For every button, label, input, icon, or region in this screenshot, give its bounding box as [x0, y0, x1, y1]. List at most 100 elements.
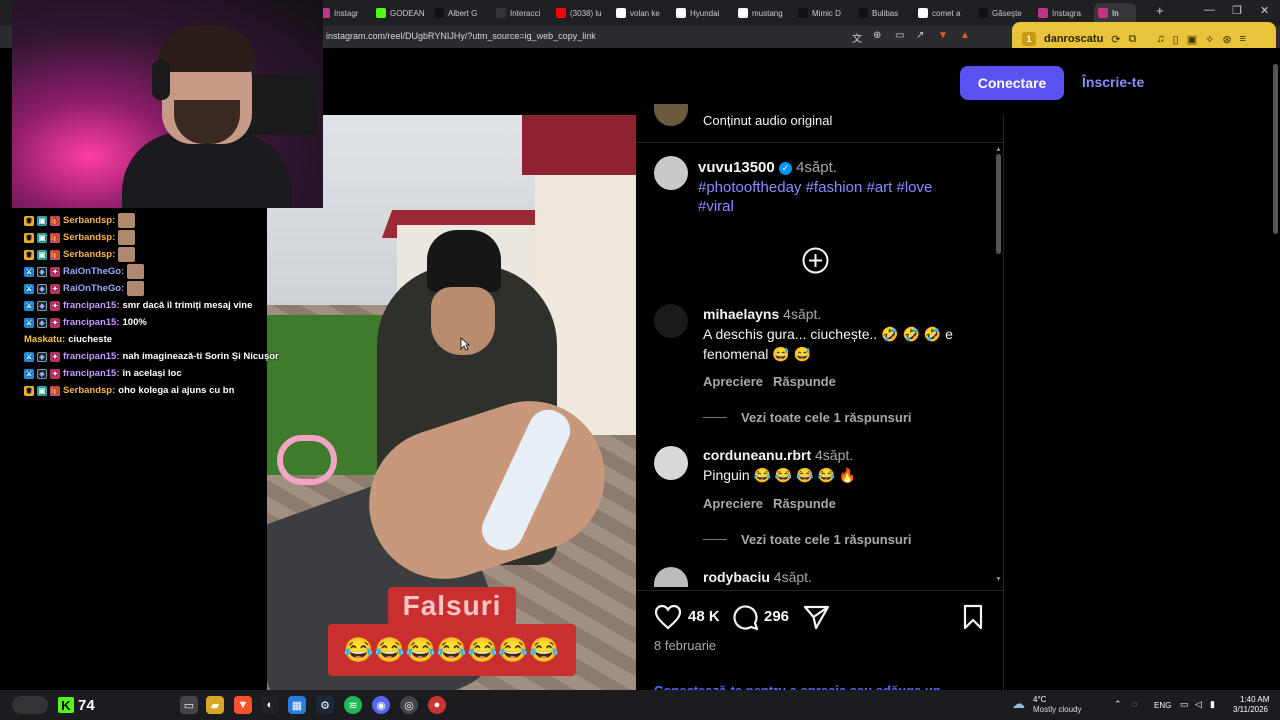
browser-tab[interactable]: In	[1094, 3, 1136, 23]
comment-avatar[interactable]	[654, 446, 688, 480]
browser-tab[interactable]: Hyundai	[672, 3, 730, 23]
chat-username[interactable]: francipan15:	[63, 368, 120, 379]
steam-icon[interactable]: ⚙	[316, 696, 334, 714]
browser-tab[interactable]: Interacci	[492, 3, 548, 23]
spotify-icon[interactable]: ≋	[344, 696, 362, 714]
chat-username[interactable]: Serbandsp:	[63, 249, 115, 260]
vpn-icon[interactable]: ⊛	[1222, 33, 1231, 46]
comment-user[interactable]: rodybaciu	[703, 569, 770, 585]
chat-username[interactable]: francipan15:	[63, 300, 120, 311]
menu-icon[interactable]: ≡	[1240, 33, 1246, 45]
page-scroll-thumb[interactable]	[1273, 64, 1278, 234]
tray-app-icon[interactable]: ◌	[1132, 699, 1137, 709]
file-explorer-icon[interactable]: ▰	[206, 696, 224, 714]
signup-link[interactable]: Înscrie-te	[1082, 74, 1144, 90]
scroll-down-icon[interactable]: ▼	[995, 576, 1002, 583]
close-window-button[interactable]: ✕	[1260, 4, 1269, 17]
browser-tab[interactable]: Bulibas	[854, 3, 910, 23]
brave-rewards-icon[interactable]: ▲	[960, 30, 970, 41]
share-icon[interactable]	[803, 604, 830, 630]
load-more-icon[interactable]	[802, 247, 829, 274]
browser-tab[interactable]: volan ke	[612, 3, 668, 23]
browser-tab[interactable]: Instagr	[316, 3, 368, 23]
url-field[interactable]: instagram.com/reel/DUgbRYNIJHy/?utm_sour…	[326, 31, 596, 41]
view-replies-button[interactable]: Vezi toate cele 1 răspunsuri	[703, 532, 912, 547]
scroll-up-icon[interactable]: ▲	[995, 146, 1002, 153]
post-author-line: vuvu13500 ✓ 4săpt.	[698, 159, 837, 176]
sidebar-icon[interactable]: ▯	[1173, 33, 1179, 46]
post-author[interactable]: vuvu13500	[698, 159, 775, 176]
save-bookmark-icon[interactable]	[962, 604, 984, 630]
browser-tab-label: Hyundai	[690, 8, 720, 18]
store-icon[interactable]: ▦	[288, 696, 306, 714]
brave-browser-icon[interactable]: ▼	[234, 696, 252, 714]
new-tab-button[interactable]: +	[1156, 3, 1164, 18]
translate-icon[interactable]: 文	[852, 30, 862, 45]
browser-tab[interactable]: comet a	[914, 3, 970, 23]
chat-username[interactable]: Serbandsp:	[63, 385, 115, 396]
browser-tab[interactable]: GODEAN	[372, 3, 426, 23]
share-icon[interactable]: ↗	[916, 30, 924, 41]
comment-user[interactable]: corduneanu.rbrt	[703, 447, 811, 463]
post-hashtag-viral[interactable]: #viral	[698, 198, 734, 215]
heart-icon[interactable]	[654, 604, 682, 630]
browser-tab[interactable]: Găseşte	[974, 3, 1030, 23]
chat-username[interactable]: RaiOnTheGo:	[63, 266, 124, 277]
chat-username[interactable]: RaiOnTheGo:	[63, 283, 124, 294]
diamond-favicon-icon	[496, 8, 506, 18]
comment-icon[interactable]	[732, 604, 759, 631]
zoom-icon[interactable]: ⊕	[873, 30, 881, 41]
login-button[interactable]: Conectare	[960, 66, 1064, 100]
chat-username[interactable]: Serbandsp:	[63, 215, 115, 226]
tray-chevron-icon[interactable]: ⌃	[1114, 699, 1122, 710]
reply-comment-button[interactable]: Răspunde	[773, 496, 836, 511]
language-indicator[interactable]: ENG	[1154, 701, 1171, 710]
minimize-button[interactable]: —	[1204, 4, 1215, 16]
chat-username[interactable]: francipan15:	[63, 351, 120, 362]
browser-tab[interactable]: Albert G	[430, 3, 488, 23]
clock-time[interactable]: 1:40 AM	[1240, 695, 1269, 704]
comment-user[interactable]: mihaelayns	[703, 306, 779, 322]
browser-tab[interactable]: (3038) lu	[552, 3, 608, 23]
chat-username[interactable]: francipan15:	[63, 317, 120, 328]
obs-icon[interactable]: ◎	[400, 696, 418, 714]
screenshot-icon[interactable]: ⧉	[1129, 33, 1137, 46]
post-hashtags[interactable]: #photooftheday #fashion #art #love	[698, 179, 932, 196]
author-avatar[interactable]	[654, 156, 688, 190]
page-scrollbar[interactable]	[1272, 50, 1280, 690]
app-icon[interactable]: ◐	[261, 696, 279, 714]
clock-date[interactable]: 3/11/2026	[1233, 705, 1268, 714]
maximize-button[interactable]: ❐	[1232, 4, 1242, 17]
like-comment-button[interactable]: Apreciere	[703, 374, 763, 389]
cast-icon[interactable]: ▭	[895, 30, 904, 41]
music-icon[interactable]: ♫	[1156, 33, 1164, 45]
weather-icon[interactable]: ☁	[1012, 696, 1025, 712]
reply-comment-button[interactable]: Răspunde	[773, 374, 836, 389]
sub-badge-icon: ◈	[37, 283, 47, 294]
audio-label[interactable]: Conținut audio original	[703, 113, 832, 128]
streamer-avatar[interactable]	[12, 696, 48, 714]
volume-icon[interactable]: ◁	[1195, 699, 1202, 710]
battery-icon[interactable]: ▮	[1210, 699, 1215, 710]
brave-shield-icon[interactable]: ▼	[938, 30, 948, 41]
sword-badge-icon: ⚔	[24, 300, 34, 311]
chat-username[interactable]: Maskatu:	[24, 334, 65, 345]
like-comment-button[interactable]: Apreciere	[703, 496, 763, 511]
comments-scrollbar[interactable]: ▲ ▼	[995, 146, 1003, 586]
sync-icon[interactable]: ⟳	[1111, 33, 1120, 46]
task-view-icon[interactable]: ▭	[180, 696, 198, 714]
browser-tab[interactable]: Instagra	[1034, 3, 1090, 23]
login-to-like-link[interactable]: Conectează-te pentru a aprecia sau adăug…	[654, 683, 941, 690]
leo-ai-icon[interactable]: ✧	[1205, 33, 1214, 46]
network-icon[interactable]: ▭	[1180, 699, 1189, 710]
wallet-icon[interactable]: ▣	[1187, 33, 1197, 46]
scroll-thumb[interactable]	[996, 154, 1001, 254]
crown-badge-icon: ♛	[24, 385, 34, 396]
view-replies-button[interactable]: Vezi toate cele 1 răspunsuri	[703, 410, 912, 425]
app-red-icon[interactable]: ●	[428, 696, 446, 714]
browser-tab[interactable]: Mimic D	[794, 3, 850, 23]
discord-icon[interactable]: ◉	[372, 696, 390, 714]
browser-tab[interactable]: mustang	[734, 3, 790, 23]
comment-avatar[interactable]	[654, 304, 688, 338]
chat-username[interactable]: Serbandsp:	[63, 232, 115, 243]
